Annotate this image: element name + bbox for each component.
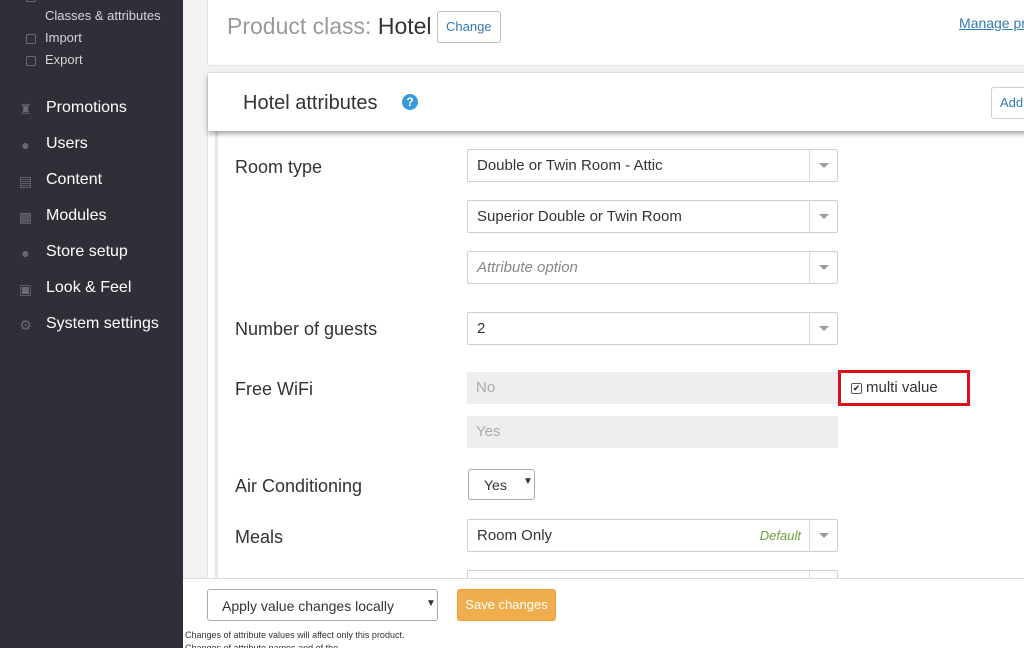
sidebar-item-store-setup[interactable]: ● Store setup	[0, 237, 183, 267]
sidebar-item-label: Promotions	[46, 99, 127, 116]
select-value: Double or Twin Room - Attic	[477, 157, 663, 174]
select-value: 2	[477, 320, 486, 337]
value-text: No	[476, 379, 496, 396]
select-value: Apply value changes locally	[222, 598, 394, 614]
sidebar-item-look-feel[interactable]: ▣ Look & Feel	[0, 273, 183, 303]
caret-down-icon: ▼	[523, 476, 533, 487]
help-icon[interactable]: ?	[402, 94, 418, 110]
room-type-select-2[interactable]: Superior Double or Twin Room	[467, 200, 838, 233]
page-title: Product class: Hotel	[227, 13, 432, 40]
save-button[interactable]: Save changes	[457, 589, 556, 621]
checkbox-checked-icon[interactable]: ✔	[851, 383, 862, 394]
ac-label: Air Conditioning	[235, 476, 363, 496]
chevron-down-icon[interactable]	[809, 252, 837, 283]
sidebar: Classes & attributes Import Export ♜ Pro…	[0, 0, 183, 648]
import-icon	[26, 34, 36, 44]
sidebar-subitem-export[interactable]: Export	[0, 50, 183, 72]
wifi-label: Free WiFi	[235, 379, 313, 399]
default-badge: Default	[759, 528, 801, 543]
sidebar-item-label: Look & Feel	[46, 279, 132, 296]
sidebar-item-label: Modules	[46, 207, 107, 224]
sidebar-item-label: System settings	[46, 315, 159, 332]
meals-select[interactable]: Room Only Default	[467, 519, 838, 552]
room-type-select-1[interactable]: Double or Twin Room - Attic	[467, 149, 838, 182]
manage-link[interactable]: Manage pr	[959, 15, 1024, 31]
change-class-button[interactable]: Change	[437, 11, 501, 43]
product-class-value: Hotel	[377, 13, 432, 39]
sidebar-item-system-settings[interactable]: ⚙ System settings	[0, 309, 183, 339]
chevron-down-icon[interactable]	[809, 150, 837, 181]
sidebar-item-label: Store setup	[46, 243, 128, 260]
product-class-panel: Product class: Hotel Change Manage pr	[207, 0, 1024, 66]
room-type-label: Room type	[235, 157, 323, 177]
add-attribute-button[interactable]: Add	[991, 87, 1024, 119]
sidebar-item-users[interactable]: ● Users	[0, 129, 183, 159]
sidebar-subitem-label: Export	[45, 52, 83, 67]
caret-down-icon: ▼	[426, 598, 436, 609]
chevron-down-icon[interactable]	[809, 201, 837, 232]
select-value: Superior Double or Twin Room	[477, 208, 682, 225]
apply-changes-select[interactable]: Apply value changes locally ▼	[207, 589, 438, 621]
sidebar-subitem-label: Classes & attributes	[45, 8, 161, 23]
product-class-label: Product class:	[227, 13, 378, 39]
select-value: Room Only	[477, 527, 553, 544]
page-icon	[26, 0, 36, 2]
guests-label: Number of guests	[235, 319, 378, 339]
image-icon: ▣	[18, 281, 33, 297]
sidebar-subitem-label: Import	[45, 30, 82, 45]
chevron-down-icon[interactable]	[809, 520, 837, 551]
wifi-value-no: No	[467, 372, 838, 404]
trophy-icon: ♜	[19, 101, 32, 117]
multi-value-label: multi value	[866, 379, 938, 396]
meals-label: Meals	[235, 527, 284, 547]
attributes-body: Room type Double or Twin Room - Attic Su…	[215, 130, 1024, 603]
sidebar-item-modules[interactable]: ▩ Modules	[0, 201, 183, 231]
chevron-down-icon[interactable]	[809, 313, 837, 344]
attributes-header: Hotel attributes ? Add	[208, 73, 1024, 131]
multi-value-toggle[interactable]: ✔ multi value	[838, 370, 970, 406]
sidebar-item-label: Content	[46, 171, 103, 188]
users-icon: ●	[21, 137, 30, 153]
select-placeholder: Attribute option	[477, 259, 578, 276]
sticky-footer: Apply value changes locally ▼ Save chang…	[183, 578, 1024, 648]
room-type-select-new[interactable]: Attribute option	[467, 251, 838, 284]
sidebar-item-content[interactable]: ▤ Content	[0, 165, 183, 195]
value-text: Yes	[476, 423, 501, 440]
attributes-title: Hotel attributes	[243, 92, 378, 114]
sidebar-subitem-classes-attributes[interactable]: Classes & attributes	[0, 6, 183, 28]
gear-icon: ⚙	[19, 317, 32, 333]
sidebar-item-promotions[interactable]: ♜ Promotions	[0, 93, 183, 123]
content-icon: ▤	[18, 173, 33, 189]
footer-note: Changes of attribute values will affect …	[185, 630, 405, 648]
wifi-value-yes: Yes	[467, 416, 838, 448]
sidebar-item-label: Users	[46, 135, 88, 152]
puzzle-icon: ▩	[18, 209, 33, 225]
ac-select[interactable]: Yes ▼	[468, 469, 535, 500]
select-value: Yes	[484, 477, 507, 493]
info-icon: ●	[21, 245, 30, 261]
guests-select[interactable]: 2	[467, 312, 838, 345]
sidebar-subitem-import[interactable]: Import	[0, 28, 183, 50]
export-icon	[26, 56, 36, 66]
